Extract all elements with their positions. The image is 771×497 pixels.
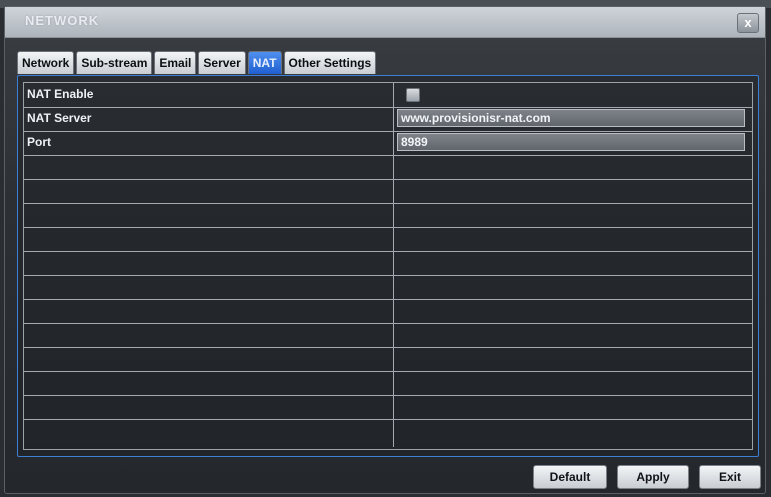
exit-button[interactable]: Exit: [699, 465, 761, 489]
nat-enable-checkbox[interactable]: [406, 88, 420, 102]
empty-cell: [24, 203, 394, 227]
port-label: Port: [24, 131, 394, 155]
table-row-empty: [24, 347, 752, 372]
nat-server-cell: www.provisionisr-nat.com: [395, 107, 752, 131]
tab-sub-stream[interactable]: Sub-stream: [76, 51, 153, 74]
table-row-empty: [24, 227, 752, 252]
table-row-nat-server: NAT Server www.provisionisr-nat.com: [24, 107, 752, 132]
tab-email[interactable]: Email: [154, 51, 197, 74]
default-button[interactable]: Default: [533, 465, 607, 489]
tab-nat[interactable]: NAT: [247, 51, 282, 74]
nat-server-input[interactable]: www.provisionisr-nat.com: [397, 109, 745, 127]
apply-button[interactable]: Apply: [617, 465, 689, 489]
dialog-title: NETWORK: [25, 13, 100, 28]
title-bar: NETWORK x: [5, 7, 765, 38]
nat-enable-cell: [395, 83, 752, 107]
tab-server[interactable]: Server: [198, 51, 246, 74]
empty-cell: [24, 275, 394, 299]
network-settings-dialog: NETWORK x Network Sub-stream Email Serve…: [4, 6, 766, 494]
empty-cell: [24, 179, 394, 203]
close-button[interactable]: x: [737, 13, 759, 33]
settings-table: NAT Enable NAT Server www.provisionisr-n…: [23, 82, 753, 450]
empty-cell: [24, 347, 394, 371]
table-row-nat-enable: NAT Enable: [24, 83, 752, 108]
empty-cell: [24, 299, 394, 323]
tab-bar: Network Sub-stream Email Server NAT Othe…: [17, 51, 377, 75]
empty-cell: [24, 323, 394, 347]
table-row-empty: [24, 419, 752, 447]
table-row-empty: [24, 323, 752, 348]
table-row-empty: [24, 155, 752, 180]
tab-network[interactable]: Network: [17, 51, 75, 74]
empty-cell: [24, 395, 394, 419]
nat-enable-label: NAT Enable: [24, 83, 394, 107]
nat-settings-panel: NAT Enable NAT Server www.provisionisr-n…: [17, 75, 759, 457]
nat-server-label: NAT Server: [24, 107, 394, 131]
table-row-empty: [24, 251, 752, 276]
table-row-empty: [24, 395, 752, 420]
empty-cell: [24, 155, 394, 179]
empty-cell: [24, 251, 394, 275]
table-row-empty: [24, 179, 752, 204]
dialog-button-bar: Default Apply Exit: [5, 465, 765, 491]
empty-cell: [24, 371, 394, 395]
table-row-port: Port 8989: [24, 131, 752, 156]
table-row-empty: [24, 371, 752, 396]
close-icon: x: [744, 15, 752, 30]
table-row-empty: [24, 299, 752, 324]
empty-cell: [24, 227, 394, 251]
table-row-empty: [24, 275, 752, 300]
table-row-empty: [24, 203, 752, 228]
port-input[interactable]: 8989: [397, 133, 745, 151]
tab-other-settings[interactable]: Other Settings: [283, 51, 377, 74]
port-cell: 8989: [395, 131, 752, 155]
empty-cell: [24, 419, 394, 447]
